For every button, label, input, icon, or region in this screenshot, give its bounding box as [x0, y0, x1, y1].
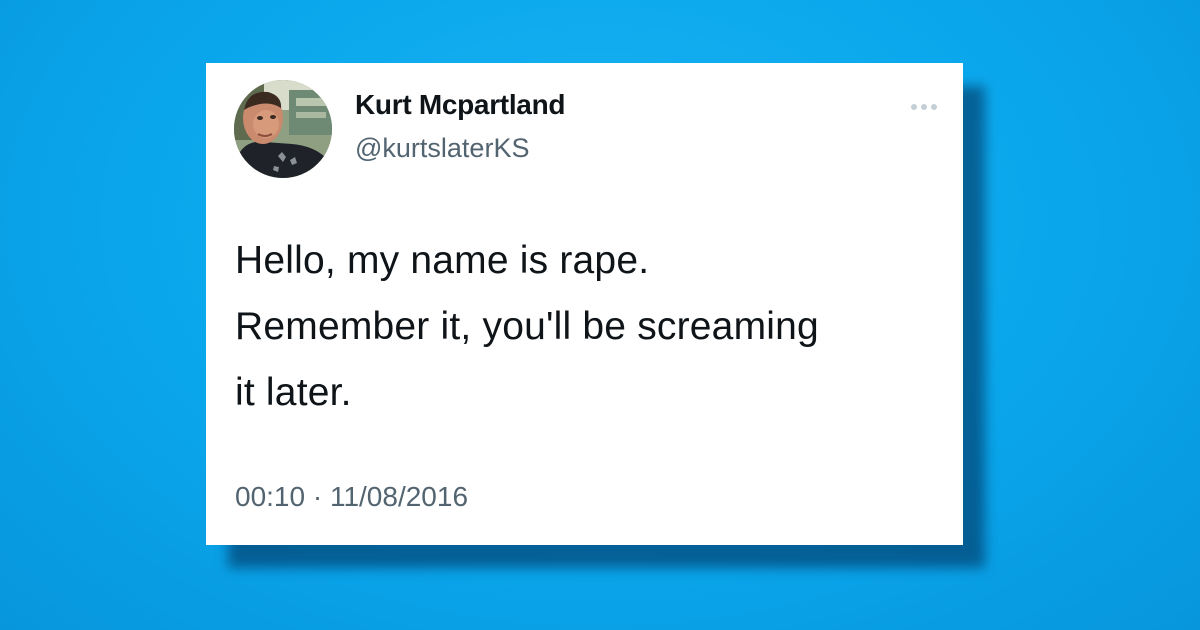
author-display-name[interactable]: Kurt Mcpartland	[355, 89, 565, 121]
tweet-card: Kurt Mcpartland @kurtslaterKS Hello, my …	[206, 63, 963, 545]
more-horizontal-icon	[911, 104, 917, 110]
tweet-timestamp[interactable]: 00:10 · 11/08/2016	[235, 481, 468, 513]
avatar[interactable]	[234, 80, 332, 178]
more-horizontal-icon-dot	[921, 104, 927, 110]
more-horizontal-icon-dot	[931, 104, 937, 110]
tweet-text: Hello, my name is rape. Remember it, you…	[235, 239, 819, 414]
avatar-photo	[234, 80, 332, 178]
author-handle[interactable]: @kurtslaterKS	[355, 133, 529, 164]
more-options-button[interactable]	[902, 95, 946, 119]
